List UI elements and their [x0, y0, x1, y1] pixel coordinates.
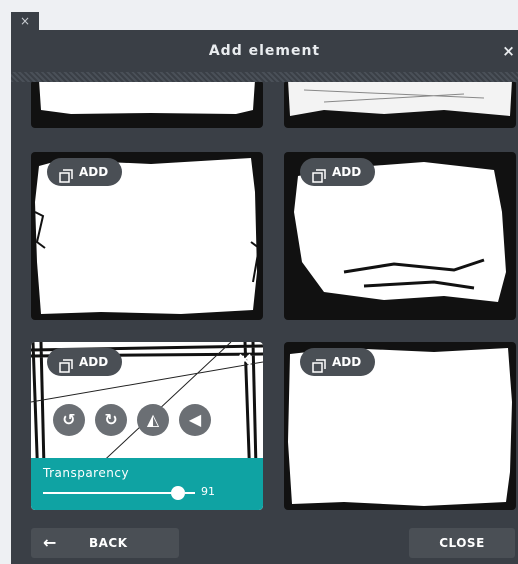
top-strip	[0, 0, 518, 12]
remove-icon[interactable]: ✕	[233, 348, 257, 372]
element-grid[interactable]: ADD ADD ADD ✕ ↺ ↻ ◭ ◀ Transparency 91 AD…	[11, 82, 518, 512]
dialog-header: Add element ×	[11, 30, 518, 72]
dialog-title: Add element	[208, 43, 321, 59]
add-button[interactable]: ADD	[300, 348, 376, 376]
transparency-slider-rest	[185, 492, 195, 494]
header-divider	[11, 72, 518, 82]
add-label: ADD	[332, 355, 362, 369]
transparency-slider-knob[interactable]	[171, 486, 185, 500]
frame-tile-partial[interactable]	[284, 82, 516, 128]
transparency-slider-track[interactable]	[43, 492, 179, 494]
close-icon[interactable]: ×	[502, 30, 516, 72]
copy-icon	[312, 355, 326, 373]
arrow-left-icon: ←	[43, 533, 57, 552]
frame-tile-partial[interactable]	[31, 82, 263, 128]
add-element-dialog: Add element × ADD ADD ADD ✕ ↺ ↻ ◭ ◀ Tran…	[11, 30, 518, 564]
add-label: ADD	[79, 355, 109, 369]
frame-thumbnail	[39, 82, 255, 114]
outer-close-icon[interactable]: ×	[11, 12, 39, 30]
transparency-value: 91	[201, 485, 215, 498]
rotate-right-icon[interactable]: ↻	[95, 404, 127, 436]
frame-tile[interactable]: ADD	[31, 152, 263, 320]
copy-icon	[312, 165, 326, 183]
rotate-left-icon[interactable]: ↺	[53, 404, 85, 436]
add-label: ADD	[79, 165, 109, 179]
copy-icon	[59, 165, 73, 183]
flip-vertical-icon[interactable]: ◀	[179, 404, 211, 436]
add-button[interactable]: ADD	[47, 348, 123, 376]
transparency-panel: Transparency 91	[31, 458, 263, 510]
frame-tile-selected[interactable]: ADD ✕ ↺ ↻ ◭ ◀ Transparency 91	[31, 342, 263, 510]
add-label: ADD	[332, 165, 362, 179]
back-button[interactable]: ← BACK	[31, 528, 179, 558]
add-button[interactable]: ADD	[47, 158, 123, 186]
add-button[interactable]: ADD	[300, 158, 376, 186]
close-button[interactable]: CLOSE	[409, 528, 515, 558]
transparency-label: Transparency	[43, 466, 130, 480]
flip-horizontal-icon[interactable]: ◭	[137, 404, 169, 436]
frame-tile[interactable]: ADD	[284, 342, 516, 510]
frame-thumbnail	[288, 82, 512, 116]
tile-tools: ↺ ↻ ◭ ◀	[53, 404, 211, 436]
back-label: BACK	[89, 536, 128, 550]
frame-tile[interactable]: ADD	[284, 152, 516, 320]
copy-icon	[59, 355, 73, 373]
